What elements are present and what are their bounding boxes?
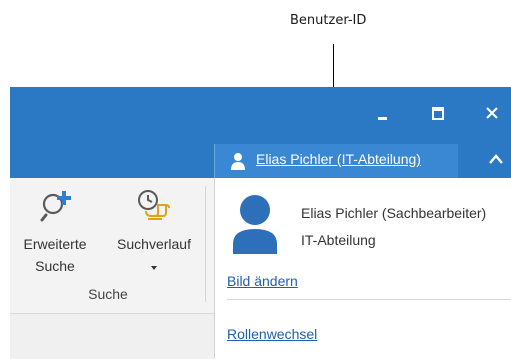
- user-department: IT-Abteilung: [301, 232, 376, 248]
- search-history-label: Suchverlauf: [117, 236, 191, 252]
- person-icon: [231, 152, 245, 174]
- maximize-icon[interactable]: [426, 101, 450, 125]
- role-switch-link[interactable]: Rollenwechsel: [227, 326, 317, 342]
- user-id-tab[interactable]: Elias Pichler (IT-Abteilung): [214, 144, 458, 178]
- ribbon-footer-area: [10, 313, 214, 359]
- change-picture-link[interactable]: Bild ändern: [227, 273, 298, 289]
- ribbon-group-divider: [205, 186, 206, 302]
- advanced-search-label-line2: Suche: [35, 258, 75, 274]
- dropdown-arrow-icon[interactable]: [151, 266, 157, 270]
- avatar-icon: [232, 194, 278, 258]
- panel-divider: [227, 299, 511, 300]
- minimize-icon[interactable]: [371, 101, 395, 125]
- annotation-label: Benutzer-ID: [290, 13, 367, 28]
- chevron-up-icon[interactable]: [486, 150, 508, 170]
- advanced-search-label-line1: Erweiterte: [23, 236, 87, 252]
- user-info-panel: Elias Pichler (Sachbearbeiter) IT-Abteil…: [214, 178, 511, 358]
- ribbon-group-label: Suche: [88, 286, 128, 302]
- user-name-role: Elias Pichler (Sachbearbeiter): [301, 205, 487, 221]
- user-name-link[interactable]: Elias Pichler (IT-Abteilung): [256, 151, 421, 167]
- close-icon[interactable]: [480, 101, 504, 125]
